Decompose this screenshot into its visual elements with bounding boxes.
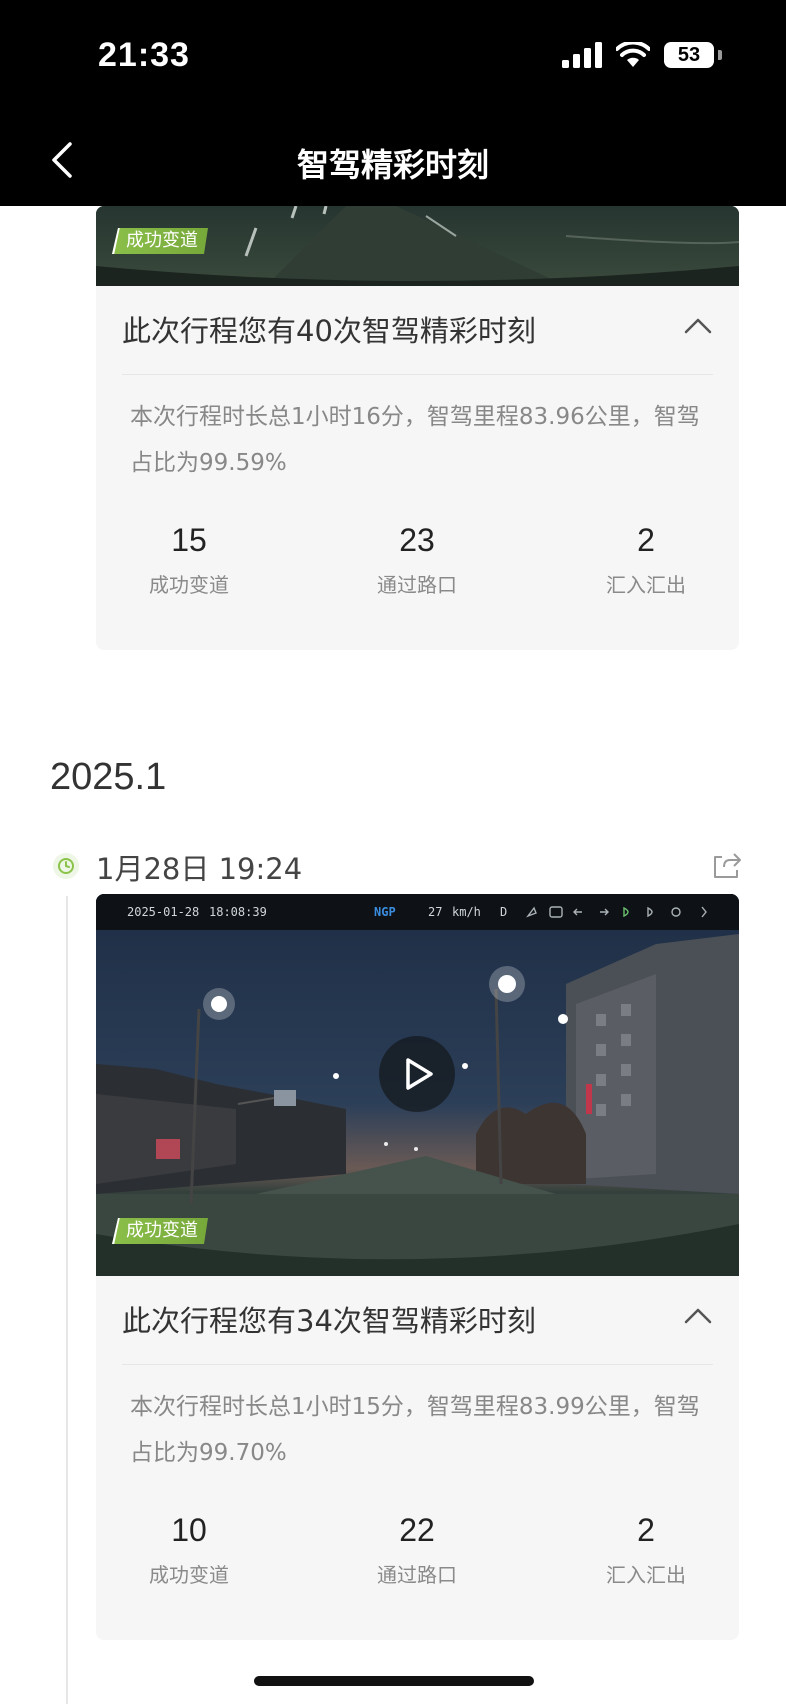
trip-summary-card: 此次行程您有40次智驾精彩时刻 本次行程时长总1小时16分，智驾里程83.96公… — [96, 286, 739, 650]
battery-icon: 53 — [664, 42, 714, 68]
stat-merge: 2 汇入汇出 — [566, 522, 726, 598]
stat-merge: 2 汇入汇出 — [566, 1512, 726, 1588]
chevron-up-icon[interactable] — [683, 312, 713, 342]
trip-entry-header: 1月28日 19:24 — [52, 840, 742, 890]
osd-unit: km/h — [452, 905, 481, 919]
stat-value: 10 — [171, 1512, 207, 1548]
osd-time: 18:08:39 — [209, 905, 267, 919]
timeline-line — [66, 896, 68, 1704]
stat-value: 2 — [637, 1512, 655, 1548]
stat-label: 汇入汇出 — [606, 1563, 686, 1587]
stat-label: 通过路口 — [377, 1563, 457, 1587]
stat-intersections: 23 通过路口 — [337, 522, 497, 598]
play-button[interactable] — [379, 1036, 455, 1112]
trip-video-thumbnail[interactable]: 2025-01-28 18:08:39 NGP 27 km/h D 成功变道 — [96, 894, 739, 1276]
page-title: 智驾精彩时刻 — [296, 146, 489, 184]
stat-lane-change: 10 成功变道 — [109, 1512, 269, 1588]
trip-video-thumbnail[interactable]: 成功变道 — [96, 206, 739, 286]
highlights-list[interactable]: 成功变道 此次行程您有40次智驾精彩时刻 本次行程时长总1小时16分，智驾里程8… — [0, 206, 786, 1704]
stat-label: 通过路口 — [377, 573, 457, 597]
divider — [122, 1364, 713, 1365]
stat-value: 22 — [399, 1512, 435, 1548]
stat-label: 成功变道 — [149, 1563, 229, 1587]
osd-date: 2025-01-28 — [127, 905, 200, 919]
stat-value: 23 — [399, 522, 435, 558]
wifi-icon — [616, 42, 650, 67]
card-title: 此次行程您有40次智驾精彩时刻 — [122, 314, 536, 348]
stat-lane-change: 15 成功变道 — [109, 522, 269, 598]
stat-label: 成功变道 — [149, 573, 229, 597]
stat-intersections: 22 通过路口 — [337, 1512, 497, 1588]
battery-tip — [718, 50, 722, 60]
trip-summary-card: 此次行程您有34次智驾精彩时刻 本次行程时长总1小时15分，智驾里程83.99公… — [96, 1276, 739, 1640]
stat-label: 汇入汇出 — [606, 573, 686, 597]
video-overlay-info: 2025-01-28 18:08:39 NGP 27 km/h D — [96, 894, 739, 930]
chevron-up-icon[interactable] — [683, 1302, 713, 1332]
trip-datetime: 1月28日 19:24 — [96, 852, 303, 886]
status-icons: 53 — [562, 42, 722, 68]
home-indicator[interactable] — [254, 1676, 534, 1686]
divider — [122, 374, 713, 375]
highlight-tag: 成功变道 — [112, 228, 208, 254]
share-icon[interactable] — [712, 850, 742, 880]
status-bar: 21:33 53 — [0, 0, 786, 110]
status-time: 21:33 — [98, 36, 190, 74]
signal-icon — [562, 42, 602, 68]
clock-icon — [53, 853, 79, 879]
trip-summary-text: 本次行程时长总1小时15分，智驾里程83.99公里，智驾占比为99.70% — [130, 1394, 700, 1466]
play-icon — [406, 1058, 433, 1090]
osd-gear: D — [500, 905, 508, 919]
card-title: 此次行程您有34次智驾精彩时刻 — [122, 1304, 536, 1338]
section-year-heading: 2025.1 — [50, 756, 167, 798]
highlight-tag: 成功变道 — [112, 1218, 208, 1244]
osd-speed: 27 — [428, 905, 443, 919]
stat-value: 2 — [637, 522, 655, 558]
navigation-bar: 智驾精彩时刻 — [0, 110, 786, 206]
osd-mode: NGP — [374, 905, 396, 919]
osd-indicator-icons — [526, 904, 726, 920]
trip-summary-text: 本次行程时长总1小时16分，智驾里程83.96公里，智驾占比为99.59% — [130, 404, 700, 476]
stat-value: 15 — [171, 522, 207, 558]
